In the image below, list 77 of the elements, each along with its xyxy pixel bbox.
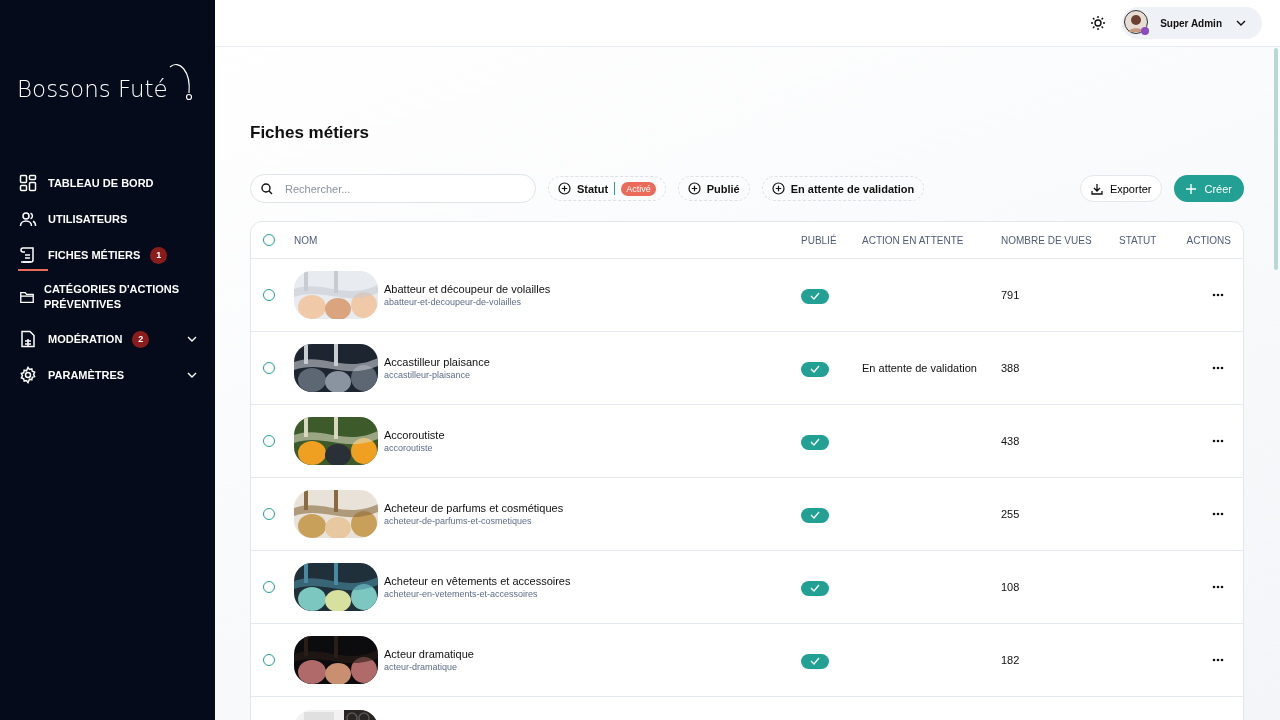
more-icon[interactable]: [1212, 512, 1224, 516]
plus-circle-icon: [771, 182, 785, 195]
search-icon: [261, 182, 273, 195]
view-count: 791: [1001, 289, 1020, 301]
column-header: STATUT: [1119, 234, 1158, 246]
nav-item[interactable]: FICHES MÉTIERS 1: [0, 237, 215, 273]
settings-icon: [19, 366, 37, 384]
job-slug: acteur-dramatique: [384, 662, 459, 672]
column-header: ACTION EN ATTENTE: [862, 234, 965, 246]
user-menu[interactable]: Super Admin: [1122, 7, 1262, 39]
logo: Bossons Futé: [17, 75, 168, 104]
avatar: [1124, 10, 1151, 36]
nav-item[interactable]: UTILISATEURS: [0, 201, 215, 237]
published-toggle[interactable]: [801, 653, 829, 669]
document-icon: [19, 330, 37, 348]
plus-circle-icon: [558, 182, 571, 195]
job-name[interactable]: Acteur dramatique: [384, 648, 474, 660]
logo-arc-icon: [168, 61, 193, 101]
job-slug: accastilleur-plaisance: [384, 370, 472, 380]
check-icon: [810, 438, 820, 446]
nav-item[interactable]: PARAMÈTRES: [0, 357, 215, 393]
job-name[interactable]: Acheteur de parfums et cosmétiques: [384, 502, 564, 514]
job-slug: acheteur-en-vetements-et-accessoires: [384, 589, 539, 599]
column-header: ACTIONS: [1186, 234, 1232, 246]
job-name[interactable]: Accoroutiste: [384, 429, 445, 441]
chevron-down-icon: [187, 336, 197, 342]
column-header: NOMBRE DE VUES: [1001, 234, 1093, 246]
check-icon: [810, 657, 820, 665]
plus-circle-icon: [687, 182, 701, 195]
chevron-down-icon: [1236, 20, 1246, 26]
user-name: Super Admin: [1160, 17, 1222, 29]
published-toggle[interactable]: [801, 580, 829, 596]
page-title: Fiches métiers: [250, 123, 371, 143]
search-field[interactable]: Rechercher...: [250, 174, 536, 203]
job-slug: accoroutiste: [384, 443, 434, 453]
published-toggle[interactable]: [801, 361, 829, 377]
job-name[interactable]: Accastilleur plaisance: [384, 356, 490, 368]
download-icon: [1090, 182, 1103, 195]
nav-item[interactable]: CATÉGORIES D'ACTIONS PRÉVENTIVES: [0, 273, 215, 321]
published-toggle[interactable]: [801, 288, 829, 304]
view-count: 388: [1001, 362, 1020, 374]
status-tag: Activé: [621, 181, 656, 196]
check-icon: [810, 584, 820, 592]
view-count: 182: [1001, 654, 1020, 666]
column-header: NOM: [294, 234, 319, 246]
count-badge: 1: [150, 246, 168, 264]
plus-icon: [1186, 183, 1197, 194]
more-icon[interactable]: [1212, 585, 1224, 589]
search-input[interactable]: Rechercher...: [283, 181, 525, 196]
more-icon[interactable]: [1212, 439, 1224, 443]
job-slug: abatteur-et-decoupeur-de-volailles: [384, 297, 523, 307]
check-icon: [810, 292, 820, 300]
chevron-down-icon: [187, 372, 197, 378]
job-slug: acheteur-de-parfums-et-cosmetiques: [384, 516, 533, 526]
view-count: 255: [1001, 508, 1020, 520]
nav-item[interactable]: MODÉRATION 2: [0, 321, 215, 357]
check-icon: [810, 365, 820, 373]
view-count: 438: [1001, 435, 1020, 447]
nav-item[interactable]: TABLEAU DE BORD: [0, 165, 215, 201]
column-header: PUBLIÉ: [801, 234, 838, 246]
more-icon[interactable]: [1212, 658, 1224, 662]
export-button[interactable]: Exporter: [1079, 175, 1163, 202]
sun-icon[interactable]: [1090, 15, 1107, 31]
more-icon[interactable]: [1212, 366, 1224, 370]
scroll-icon: [19, 246, 37, 264]
pending-action: En attente de validation: [862, 362, 977, 374]
grid-icon: [19, 174, 37, 192]
job-name[interactable]: Abatteur et découpeur de volailles: [384, 283, 551, 295]
more-icon[interactable]: [1212, 293, 1224, 297]
published-toggle[interactable]: [801, 507, 829, 523]
users-icon: [19, 210, 37, 228]
view-count: 108: [1001, 581, 1020, 593]
scrollbar[interactable]: [1274, 48, 1278, 270]
count-badge: 2: [132, 330, 150, 348]
published-toggle[interactable]: [801, 434, 829, 450]
job-name[interactable]: Acheteur en vêtements et accessoires: [384, 575, 571, 587]
check-icon: [810, 511, 820, 519]
